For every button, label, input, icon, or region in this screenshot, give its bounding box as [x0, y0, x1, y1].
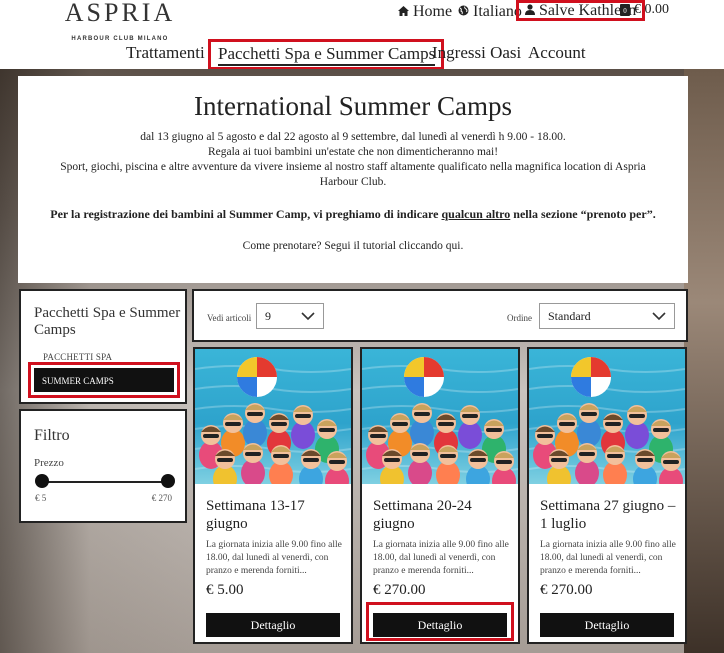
sort-order-value: Standard	[548, 309, 591, 323]
chevron-down-icon	[301, 306, 315, 326]
globe-icon	[458, 5, 469, 19]
product-description: La giornata inizia alle 9.00 fino alle 1…	[206, 540, 342, 576]
registration-note: Per la registrazione dei bambini al Summ…	[18, 207, 688, 222]
home-label: Home	[413, 3, 453, 20]
aspria-logo[interactable]: ASPRIA HARBOUR CLUB MILANO	[54, 0, 186, 42]
cart-link[interactable]: 0 € 0.00	[620, 2, 669, 18]
nav-pacchetti-label: Pacchetti Spa e Summer Camps	[218, 44, 436, 66]
hero-panel: International Summer Camps dal 13 giugno…	[18, 76, 688, 283]
product-description: La giornata inizia alle 9.00 fino alle 1…	[540, 540, 676, 576]
nav-account[interactable]: Account	[528, 43, 586, 63]
items-per-page-label: Vedi articoli	[207, 313, 252, 323]
background-photo-right	[684, 69, 724, 653]
summer-camp-kids-photo[interactable]	[195, 349, 351, 484]
sort-order-select[interactable]: Standard	[539, 303, 675, 329]
dettaglio-button[interactable]: Dettaglio	[206, 613, 340, 637]
qualcun-altro-link[interactable]: qualcun altro	[441, 207, 510, 221]
category-summer-camps-highlight: SUMMER CAMPS	[28, 362, 180, 398]
tutorial-link[interactable]: Come prenotare? Segui il tutorial clicca…	[18, 239, 688, 254]
price-min-value: € 5	[35, 493, 47, 503]
sort-order-label: Ordine	[507, 313, 532, 323]
product-toolbar: Vedi articoli 9 Ordine Standard	[192, 289, 688, 342]
product-title[interactable]: Settimana 27 giugno – 1 luglio	[540, 497, 680, 533]
main-nav: Trattamenti Pacchetti Spa e Summer Camps…	[0, 39, 724, 70]
product-card[interactable]: Settimana 27 giugno – 1 luglio La giorna…	[527, 347, 687, 644]
page-title: International Summer Camps	[194, 91, 512, 121]
price-slider-min-handle[interactable]	[35, 474, 49, 488]
summer-camp-kids-photo[interactable]	[362, 349, 518, 484]
registration-note-pre: Per la registrazione dei bambini al Summ…	[50, 207, 442, 221]
product-title[interactable]: Settimana 13-17 giugno	[206, 497, 346, 533]
language-selector[interactable]: Italiano	[458, 3, 522, 21]
summer-camp-kids-photo[interactable]	[529, 349, 685, 484]
product-price: € 5.00	[206, 582, 244, 598]
price-slider-max-handle[interactable]	[161, 474, 175, 488]
home-icon	[398, 5, 409, 19]
kids-pool-illustration	[195, 357, 351, 484]
hero-dates: dal 13 giugno al 5 agosto e dal 22 agost…	[140, 131, 566, 143]
nav-ingressi-oasi[interactable]: Ingressi Oasi	[432, 43, 521, 63]
dettaglio-button[interactable]: Dettaglio	[540, 613, 674, 637]
home-link[interactable]: Home	[398, 3, 452, 21]
dettaglio-button[interactable]: Dettaglio	[373, 613, 507, 637]
chevron-down-icon	[652, 306, 666, 326]
category-title: Pacchetti Spa e Summer Camps	[34, 305, 181, 338]
nav-pacchetti-spa[interactable]: Pacchetti Spa e Summer Camps	[208, 39, 445, 70]
filter-title: Filtro	[34, 427, 70, 444]
kids-pool-illustration	[529, 357, 685, 484]
product-description: La giornata inizia alle 9.00 fino alle 1…	[373, 540, 509, 576]
hero-description: Sport, giochi, piscina e altre avventure…	[60, 161, 646, 188]
product-card[interactable]: Settimana 20-24 giugno La giornata inizi…	[360, 347, 520, 644]
product-title[interactable]: Settimana 20-24 giugno	[373, 497, 513, 533]
shopping-bag-icon: 0	[620, 4, 630, 16]
kids-pool-illustration	[362, 357, 518, 484]
category-summer-camps[interactable]: SUMMER CAMPS	[34, 368, 174, 392]
user-icon	[525, 3, 535, 18]
cart-count: 0	[623, 7, 627, 15]
product-price: € 270.00	[540, 582, 593, 598]
logo-wordmark: ASPRIA	[64, 0, 176, 27]
hero-tagline: Regala ai tuoi bambini un'estate che non…	[207, 146, 499, 158]
items-per-page-value: 9	[265, 309, 271, 323]
price-max-value: € 270	[151, 493, 172, 503]
product-price: € 270.00	[373, 582, 426, 598]
cart-total: € 0.00	[634, 2, 669, 17]
price-filter-label: Prezzo	[34, 457, 64, 469]
items-per-page-select[interactable]: 9	[256, 303, 324, 329]
nav-trattamenti[interactable]: Trattamenti	[126, 43, 205, 63]
registration-note-post: nella sezione “prenoto per”.	[510, 207, 656, 221]
category-box: Pacchetti Spa e Summer Camps PACCHETTI S…	[19, 289, 187, 404]
language-label: Italiano	[473, 3, 522, 20]
product-card[interactable]: Settimana 13-17 giugno La giornata inizi…	[193, 347, 353, 644]
hero-intro: dal 13 giugno al 5 agosto e dal 22 agost…	[18, 130, 688, 190]
site-header: ASPRIA HARBOUR CLUB MILANO Home Italiano…	[0, 0, 724, 70]
price-slider-track[interactable]	[41, 481, 167, 483]
category-pacchetti-spa[interactable]: PACCHETTI SPA	[43, 352, 112, 362]
filter-box: Filtro Prezzo € 5 € 270	[19, 409, 187, 523]
